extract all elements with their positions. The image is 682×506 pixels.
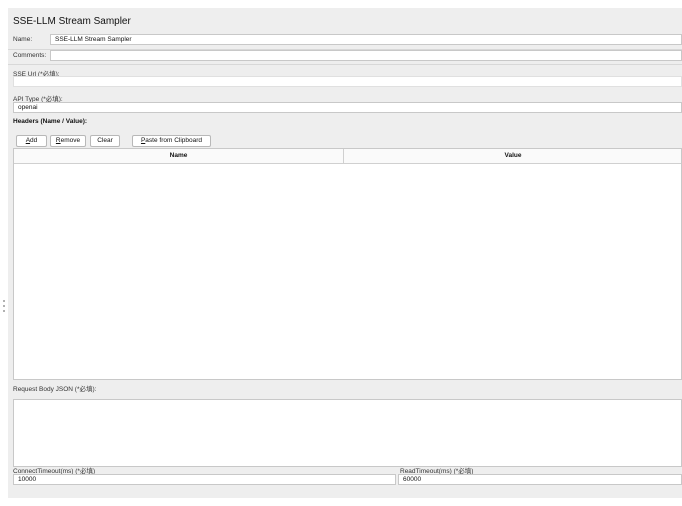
name-field[interactable]: SSE-LLM Stream Sampler (50, 34, 682, 45)
splitter-dot (2, 305, 5, 307)
connect-timeout-field[interactable]: 10000 (13, 474, 396, 485)
sse-url-field[interactable] (13, 76, 682, 87)
paste-button-label: aste from Clipboard (145, 137, 203, 144)
api-type-field[interactable]: openai (13, 102, 682, 113)
splitter-dot (2, 310, 5, 312)
name-label: Name: (13, 36, 33, 43)
column-header-value[interactable]: Value (344, 149, 682, 163)
comments-label: Comments: (13, 52, 47, 59)
add-button[interactable]: Add (16, 135, 47, 147)
separator (8, 64, 682, 65)
headers-table[interactable]: Name Value (13, 148, 682, 380)
request-body-label: Request Body JSON (*必填): (13, 386, 97, 393)
clear-button[interactable]: Clear (90, 135, 120, 147)
headers-table-header: Name Value (14, 149, 681, 164)
headers-section-label: Headers (Name / Value): (13, 118, 88, 125)
paste-from-clipboard-button[interactable]: Paste from Clipboard (132, 135, 211, 147)
remove-button[interactable]: Remove (50, 135, 86, 147)
remove-button-label: emove (60, 137, 81, 144)
request-body-textarea[interactable] (13, 399, 682, 467)
splitter-dot (2, 300, 5, 302)
column-header-name[interactable]: Name (14, 149, 344, 163)
comments-field[interactable] (50, 50, 682, 61)
read-timeout-field[interactable]: 60000 (398, 474, 682, 485)
splitter-handle[interactable] (2, 300, 5, 312)
add-button-label: dd (30, 137, 38, 144)
sampler-panel: SSE-LLM Stream Sampler Name: SSE-LLM Str… (8, 8, 682, 498)
panel-title: SSE-LLM Stream Sampler (13, 16, 131, 27)
